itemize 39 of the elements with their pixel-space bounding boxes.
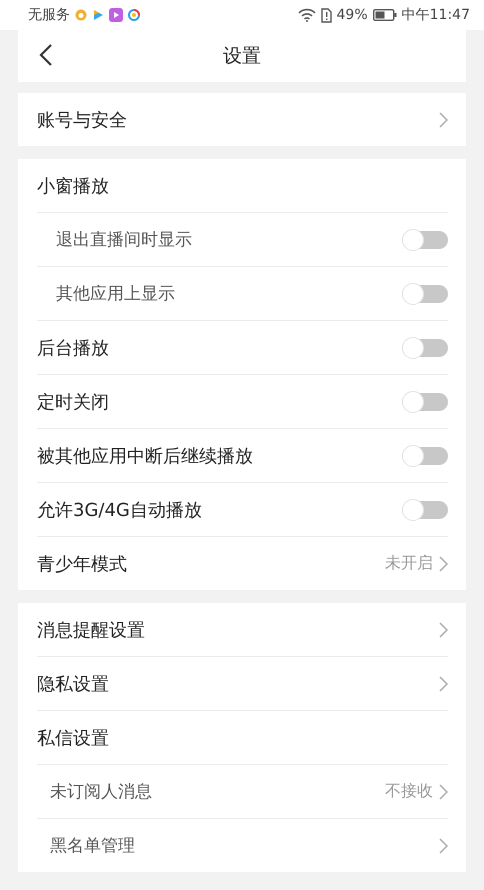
- play-icon: [92, 9, 104, 21]
- toggle-switch[interactable]: [402, 228, 448, 250]
- toggle-switch[interactable]: [402, 282, 448, 304]
- chevron-icon: [439, 838, 448, 854]
- setting-value: 未开启: [385, 553, 433, 574]
- setting-label[interactable]: 允许3G/4G自动播放: [37, 498, 396, 522]
- setting-label[interactable]: 后台播放: [37, 336, 396, 360]
- section-heading: 小窗播放: [37, 174, 110, 198]
- setting-label[interactable]: 黑名单管理: [37, 834, 433, 857]
- wifi-icon: [298, 8, 316, 22]
- carrier-text: 无服务: [28, 6, 70, 24]
- app-icon: [109, 8, 123, 22]
- setting-label[interactable]: 被其他应用中断后继续播放: [37, 444, 396, 468]
- battery-icon: [372, 9, 397, 21]
- toggle-switch[interactable]: [402, 390, 448, 412]
- setting-label[interactable]: 账号与安全: [37, 108, 433, 132]
- chevron-icon: [439, 112, 448, 128]
- setting-label[interactable]: 未订阅人消息: [37, 780, 379, 803]
- chevron-icon: [439, 784, 448, 800]
- section-heading: 私信设置: [37, 726, 110, 750]
- setting-value: 不接收: [385, 781, 433, 802]
- battery-percent: 49%: [336, 7, 368, 23]
- setting-label[interactable]: 青少年模式: [37, 552, 379, 576]
- toggle-switch[interactable]: [402, 498, 448, 520]
- chevron-icon: [439, 676, 448, 692]
- app-icon: [75, 9, 87, 21]
- app-icon: [128, 9, 140, 21]
- page-title: 设置: [223, 44, 261, 69]
- toggle-switch[interactable]: [402, 444, 448, 466]
- setting-label[interactable]: 隐私设置: [37, 672, 433, 696]
- toggle-switch[interactable]: [402, 336, 448, 358]
- chevron-icon: [439, 556, 448, 572]
- clock-time: 中午11:47: [402, 6, 470, 24]
- setting-label[interactable]: 退出直播间时显示: [37, 228, 396, 251]
- chevron-icon: [439, 622, 448, 638]
- setting-label[interactable]: 消息提醒设置: [37, 618, 433, 642]
- setting-label[interactable]: 定时关闭: [37, 390, 396, 414]
- setting-label[interactable]: 其他应用上显示: [37, 282, 396, 305]
- sim-icon: [320, 8, 332, 22]
